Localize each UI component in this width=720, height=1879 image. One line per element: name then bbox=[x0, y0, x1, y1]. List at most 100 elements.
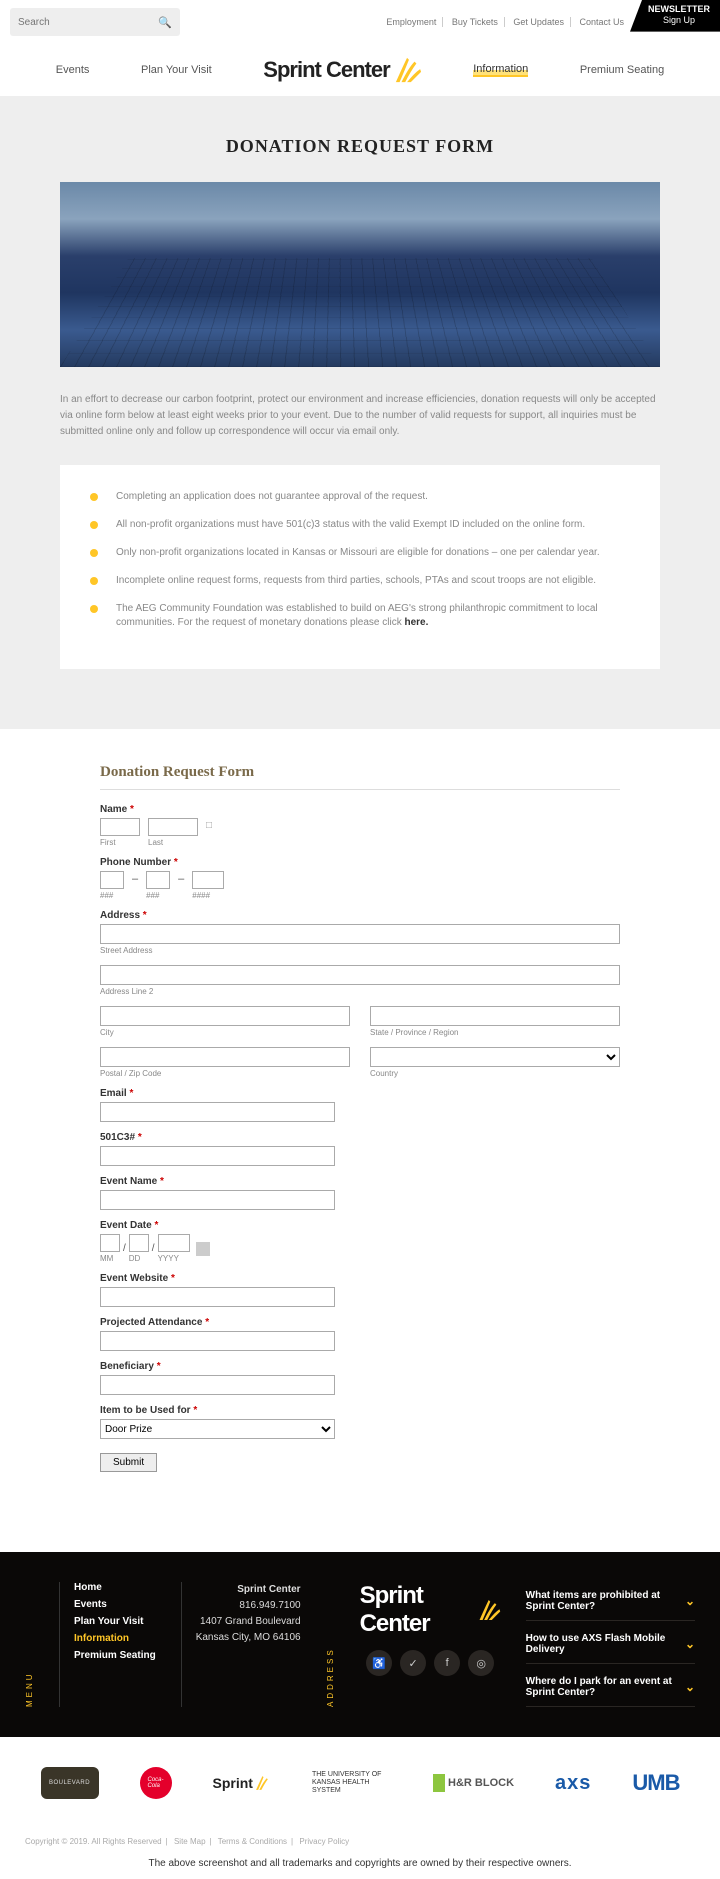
link-buy-tickets[interactable]: Buy Tickets bbox=[446, 17, 505, 27]
link-get-updates[interactable]: Get Updates bbox=[507, 17, 571, 27]
input-zip[interactable] bbox=[100, 1047, 350, 1067]
input-date-yyyy[interactable] bbox=[158, 1234, 190, 1252]
bullet-3: Only non-profit organizations located in… bbox=[90, 546, 630, 560]
footer-address: Sprint Center 816.949.7100 1407 Grand Bo… bbox=[181, 1582, 301, 1707]
footer-center: Sprint Center ♿ ✓ f ◎ bbox=[360, 1582, 501, 1707]
input-phone-line[interactable] bbox=[192, 871, 224, 889]
sublabel-city: City bbox=[100, 1028, 350, 1037]
sponsor-boulevard-logo[interactable] bbox=[41, 1767, 99, 1799]
top-links: Employment Buy Tickets Get Updates Conta… bbox=[380, 17, 630, 27]
select-item-used[interactable]: Door Prize bbox=[100, 1419, 335, 1439]
footer-link-information[interactable]: Information bbox=[74, 1633, 156, 1644]
footer-addr-street: 1407 Grand Boulevard bbox=[196, 1614, 301, 1630]
sponsor-hrblock-logo[interactable]: H&R BLOCK bbox=[433, 1774, 514, 1792]
bullet-icon bbox=[90, 605, 98, 613]
label-email: Email * bbox=[100, 1088, 620, 1099]
footer-addr-phone: 816.949.7100 bbox=[196, 1598, 301, 1614]
input-city[interactable] bbox=[100, 1006, 350, 1026]
link-employment[interactable]: Employment bbox=[380, 17, 443, 27]
label-event-date: Event Date * bbox=[100, 1220, 620, 1231]
sponsor-cocacola-logo[interactable] bbox=[140, 1767, 172, 1799]
footer-link-events[interactable]: Events bbox=[74, 1599, 156, 1610]
sublabel-street: Street Address bbox=[100, 946, 620, 955]
bullet-4: Incomplete online request forms, request… bbox=[90, 574, 630, 588]
nav-information[interactable]: Information bbox=[473, 63, 528, 77]
input-phone-prefix[interactable] bbox=[146, 871, 170, 889]
form-divider bbox=[100, 789, 620, 790]
input-state[interactable] bbox=[370, 1006, 620, 1026]
page-title: DONATION REQUEST FORM bbox=[60, 136, 660, 157]
search-input[interactable] bbox=[18, 17, 158, 28]
form-section: Donation Request Form Name * First Last … bbox=[0, 729, 720, 1552]
input-date-mm[interactable] bbox=[100, 1234, 120, 1252]
social-accessibility-icon[interactable]: ♿ bbox=[366, 1650, 392, 1676]
social-row: ♿ ✓ f ◎ bbox=[366, 1650, 494, 1676]
label-attendance: Projected Attendance * bbox=[100, 1317, 620, 1328]
sublabel-mm: MM bbox=[100, 1254, 120, 1263]
top-bar: 🔍 Employment Buy Tickets Get Updates Con… bbox=[0, 0, 720, 44]
nav-events[interactable]: Events bbox=[56, 64, 90, 76]
input-first-name[interactable] bbox=[100, 818, 140, 836]
nav-premium-seating[interactable]: Premium Seating bbox=[580, 64, 664, 76]
input-event-website[interactable] bbox=[100, 1287, 335, 1307]
here-link[interactable]: here. bbox=[404, 617, 428, 628]
newsletter-line1: NEWSLETTER bbox=[648, 4, 710, 15]
footer-link-home[interactable]: Home bbox=[74, 1582, 156, 1593]
select-country[interactable] bbox=[370, 1047, 620, 1067]
input-email[interactable] bbox=[100, 1102, 335, 1122]
input-last-name[interactable] bbox=[148, 818, 198, 836]
link-privacy[interactable]: Privacy Policy bbox=[299, 1837, 349, 1846]
sublabel-dd: DD bbox=[129, 1254, 149, 1263]
main-nav: Events Plan Your Visit Sprint Center Inf… bbox=[0, 44, 720, 96]
form-heading: Donation Request Form bbox=[100, 764, 620, 781]
social-instagram-icon[interactable]: ◎ bbox=[468, 1650, 494, 1676]
input-date-dd[interactable] bbox=[129, 1234, 149, 1252]
hero-image bbox=[60, 182, 660, 367]
social-twitter-icon[interactable]: ✓ bbox=[400, 1650, 426, 1676]
faq-item-1[interactable]: What items are prohibited at Sprint Cent… bbox=[526, 1582, 695, 1621]
footer-logo[interactable]: Sprint Center bbox=[360, 1582, 501, 1638]
input-phone-area[interactable] bbox=[100, 871, 124, 889]
sublabel-last: Last bbox=[148, 838, 198, 847]
nav-plan-visit[interactable]: Plan Your Visit bbox=[141, 64, 212, 76]
footer-address-label: ADDRESS bbox=[326, 1582, 335, 1707]
footer-link-premium[interactable]: Premium Seating bbox=[74, 1650, 156, 1661]
faq-item-3[interactable]: Where do I park for an event at Sprint C… bbox=[526, 1668, 695, 1707]
link-contact-us[interactable]: Contact Us bbox=[573, 17, 630, 27]
link-sitemap[interactable]: Site Map bbox=[174, 1837, 206, 1846]
sprint-fan-icon bbox=[255, 1775, 271, 1791]
faq-item-2[interactable]: How to use AXS Flash Mobile Delivery⌄ bbox=[526, 1625, 695, 1664]
chevron-down-icon: ⌄ bbox=[685, 1680, 695, 1694]
link-terms[interactable]: Terms & Conditions bbox=[218, 1837, 287, 1846]
sublabel-phone-c: #### bbox=[192, 891, 224, 900]
sponsor-sprint-logo[interactable]: Sprint bbox=[213, 1775, 271, 1791]
logo-fan-icon bbox=[394, 56, 422, 84]
chevron-down-icon: ⌄ bbox=[685, 1637, 695, 1651]
logo[interactable]: Sprint Center bbox=[263, 56, 421, 84]
footer-menu-label: MENU bbox=[25, 1582, 34, 1707]
label-event-website: Event Website * bbox=[100, 1273, 620, 1284]
input-event-name[interactable] bbox=[100, 1190, 335, 1210]
search-icon: 🔍 bbox=[158, 16, 172, 29]
input-line2[interactable] bbox=[100, 965, 620, 985]
footer-fan-icon bbox=[478, 1596, 501, 1624]
input-street[interactable] bbox=[100, 924, 620, 944]
sublabel-country: Country bbox=[370, 1069, 620, 1078]
label-address: Address * bbox=[100, 910, 620, 921]
calendar-icon[interactable] bbox=[196, 1242, 210, 1256]
submit-button[interactable]: Submit bbox=[100, 1453, 157, 1472]
sponsor-umb-logo[interactable]: UMB bbox=[632, 1770, 679, 1796]
newsletter-signup[interactable]: NEWSLETTER Sign Up bbox=[630, 0, 720, 32]
bullet-icon bbox=[90, 521, 98, 529]
sponsor-ku-logo[interactable]: THE UNIVERSITY OF KANSAS HEALTH SYSTEM bbox=[312, 1771, 392, 1794]
input-attendance[interactable] bbox=[100, 1331, 335, 1351]
name-card-icon: □ bbox=[206, 820, 212, 831]
search-box[interactable]: 🔍 bbox=[10, 8, 180, 36]
footer-link-plan[interactable]: Plan Your Visit bbox=[74, 1616, 156, 1627]
social-facebook-icon[interactable]: f bbox=[434, 1650, 460, 1676]
bullet-icon bbox=[90, 577, 98, 585]
input-beneficiary[interactable] bbox=[100, 1375, 335, 1395]
label-name: Name * bbox=[100, 804, 620, 815]
input-501c3[interactable] bbox=[100, 1146, 335, 1166]
sponsor-axs-logo[interactable]: axs bbox=[555, 1772, 591, 1795]
